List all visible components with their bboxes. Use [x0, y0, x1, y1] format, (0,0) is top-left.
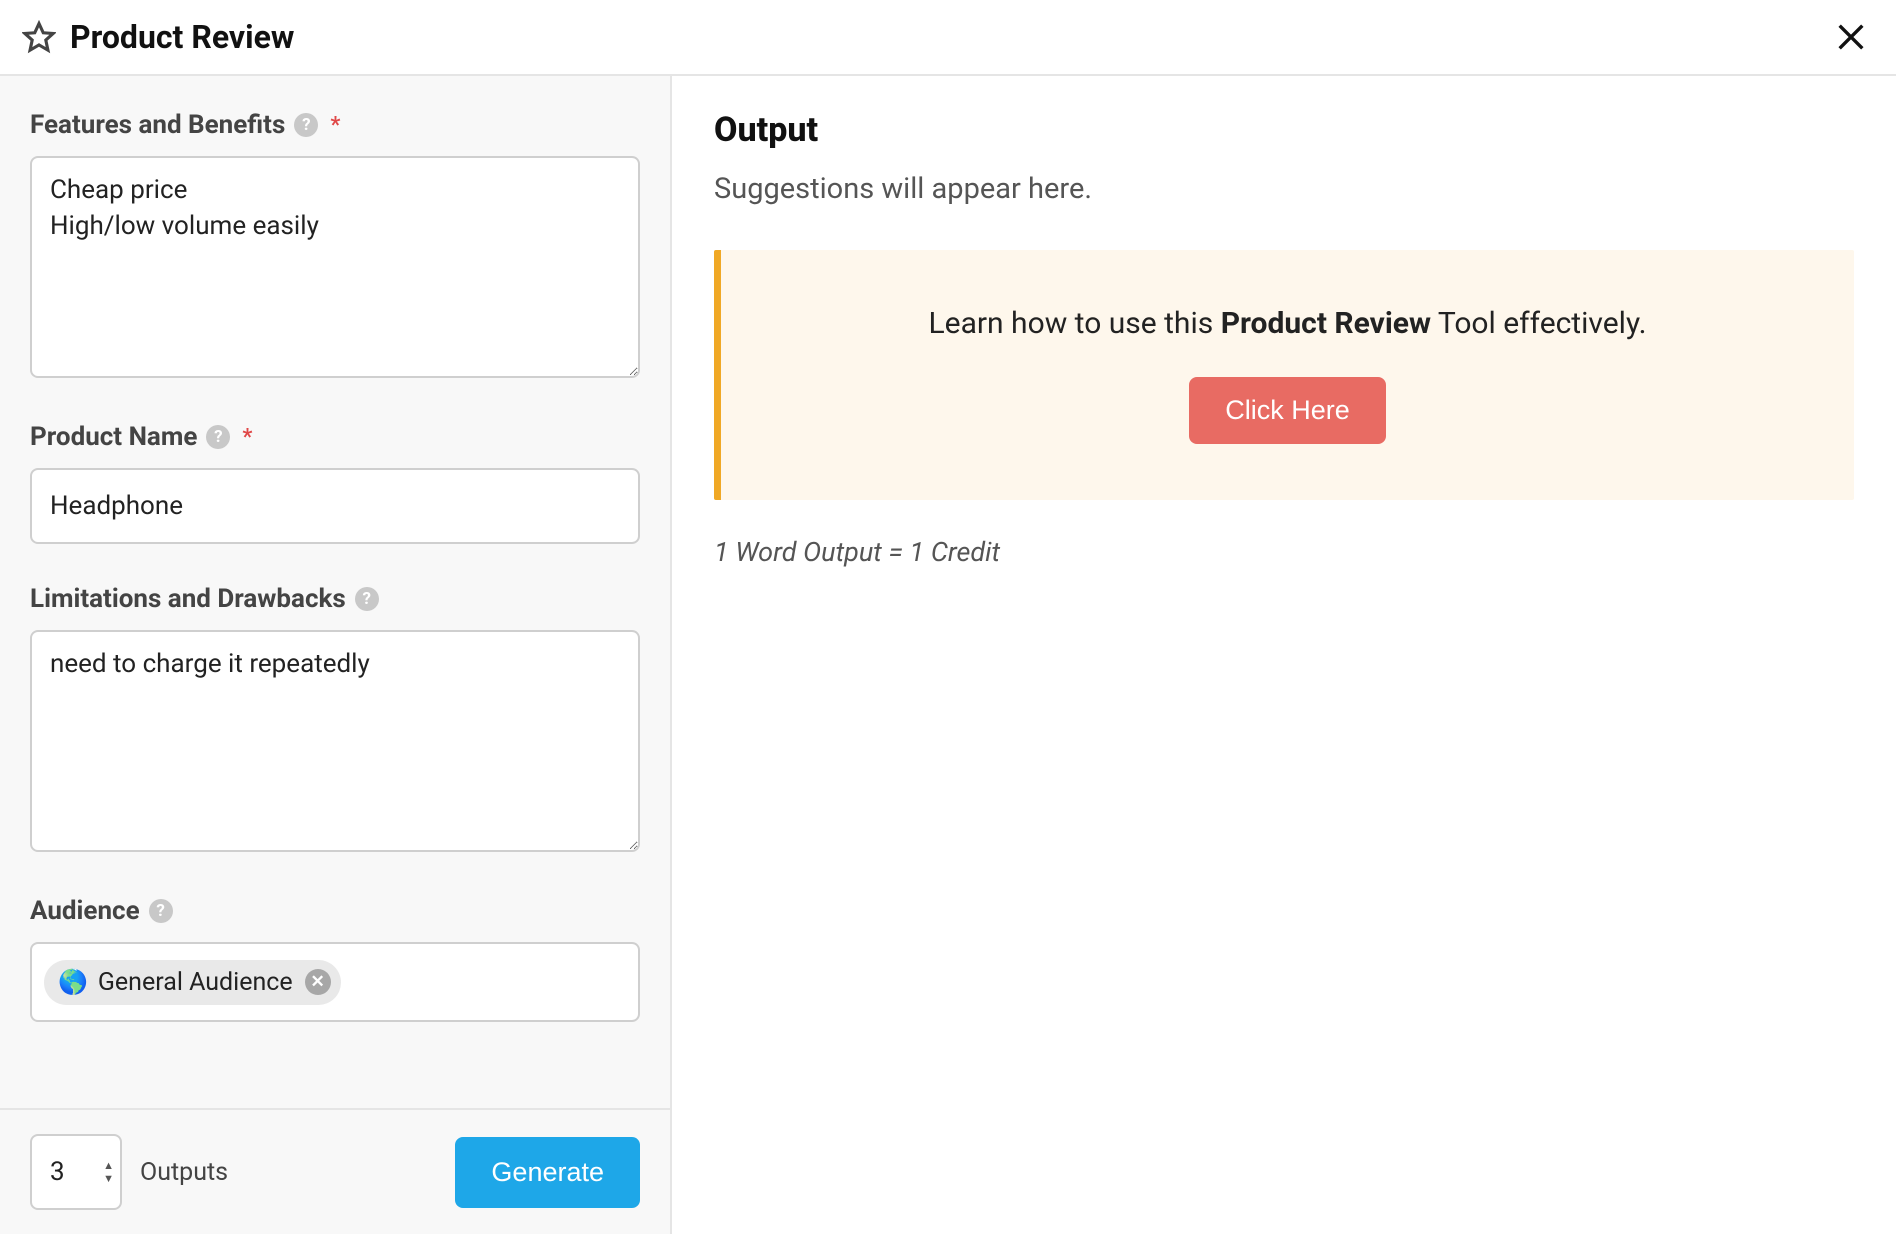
field-product-name: Product Name ? *	[30, 422, 640, 544]
form-panel: Features and Benefits ? * Cheap price Hi…	[0, 76, 672, 1234]
product-name-input[interactable]	[30, 468, 640, 544]
help-icon[interactable]: ?	[355, 587, 379, 611]
field-features-benefits: Features and Benefits ? * Cheap price Hi…	[30, 110, 640, 382]
callout-suffix: Tool effectively.	[1431, 306, 1646, 341]
output-title: Output	[714, 110, 1854, 150]
close-icon[interactable]	[1834, 20, 1868, 54]
required-star: *	[330, 113, 340, 138]
modal-header: Product Review	[0, 0, 1896, 76]
credits-note: 1 Word Output = 1 Credit	[714, 536, 1854, 568]
stepper-arrows: ▲ ▼	[103, 1160, 114, 1184]
globe-icon: 🌎	[58, 968, 88, 996]
outputs-count-wrap: ▲ ▼	[30, 1134, 122, 1210]
help-icon[interactable]: ?	[149, 899, 173, 923]
callout-bold: Product Review	[1221, 306, 1431, 341]
generate-button[interactable]: Generate	[455, 1137, 640, 1208]
step-up-icon[interactable]: ▲	[103, 1160, 114, 1171]
label-text: Product Name	[30, 422, 197, 452]
field-limitations: Limitations and Drawbacks ? need to char…	[30, 584, 640, 856]
label-text: Features and Benefits	[30, 110, 285, 140]
output-panel: Output Suggestions will appear here. Lea…	[672, 76, 1896, 1234]
label-limitations: Limitations and Drawbacks ?	[30, 584, 640, 614]
audience-tag-input[interactable]: 🌎 General Audience ✕	[30, 942, 640, 1022]
output-placeholder: Suggestions will appear here.	[714, 172, 1854, 206]
label-text: Audience	[30, 896, 140, 926]
help-icon[interactable]: ?	[294, 113, 318, 137]
required-star: *	[242, 425, 252, 450]
limitations-textarea[interactable]: need to charge it repeatedly	[30, 630, 640, 852]
label-features-benefits: Features and Benefits ? *	[30, 110, 640, 140]
label-audience: Audience ?	[30, 896, 640, 926]
form-scroll[interactable]: Features and Benefits ? * Cheap price Hi…	[0, 76, 670, 1108]
help-icon[interactable]: ?	[206, 425, 230, 449]
learn-callout: Learn how to use this Product Review Too…	[714, 250, 1854, 500]
form-footer: ▲ ▼ Outputs Generate	[0, 1108, 670, 1234]
step-down-icon[interactable]: ▼	[103, 1173, 114, 1184]
audience-tag-text: General Audience	[98, 968, 293, 997]
features-benefits-textarea[interactable]: Cheap price High/low volume easily	[30, 156, 640, 378]
field-audience: Audience ? 🌎 General Audience ✕	[30, 896, 640, 1022]
star-icon	[22, 20, 56, 54]
page-title: Product Review	[70, 18, 1834, 56]
content-area: Features and Benefits ? * Cheap price Hi…	[0, 76, 1896, 1234]
remove-tag-icon[interactable]: ✕	[305, 969, 331, 995]
label-text: Limitations and Drawbacks	[30, 584, 346, 614]
click-here-button[interactable]: Click Here	[1189, 377, 1386, 444]
callout-text: Learn how to use this Product Review Too…	[751, 306, 1824, 341]
callout-prefix: Learn how to use this	[929, 306, 1221, 341]
label-product-name: Product Name ? *	[30, 422, 640, 452]
outputs-label: Outputs	[140, 1158, 228, 1187]
audience-tag-chip: 🌎 General Audience ✕	[44, 960, 341, 1005]
